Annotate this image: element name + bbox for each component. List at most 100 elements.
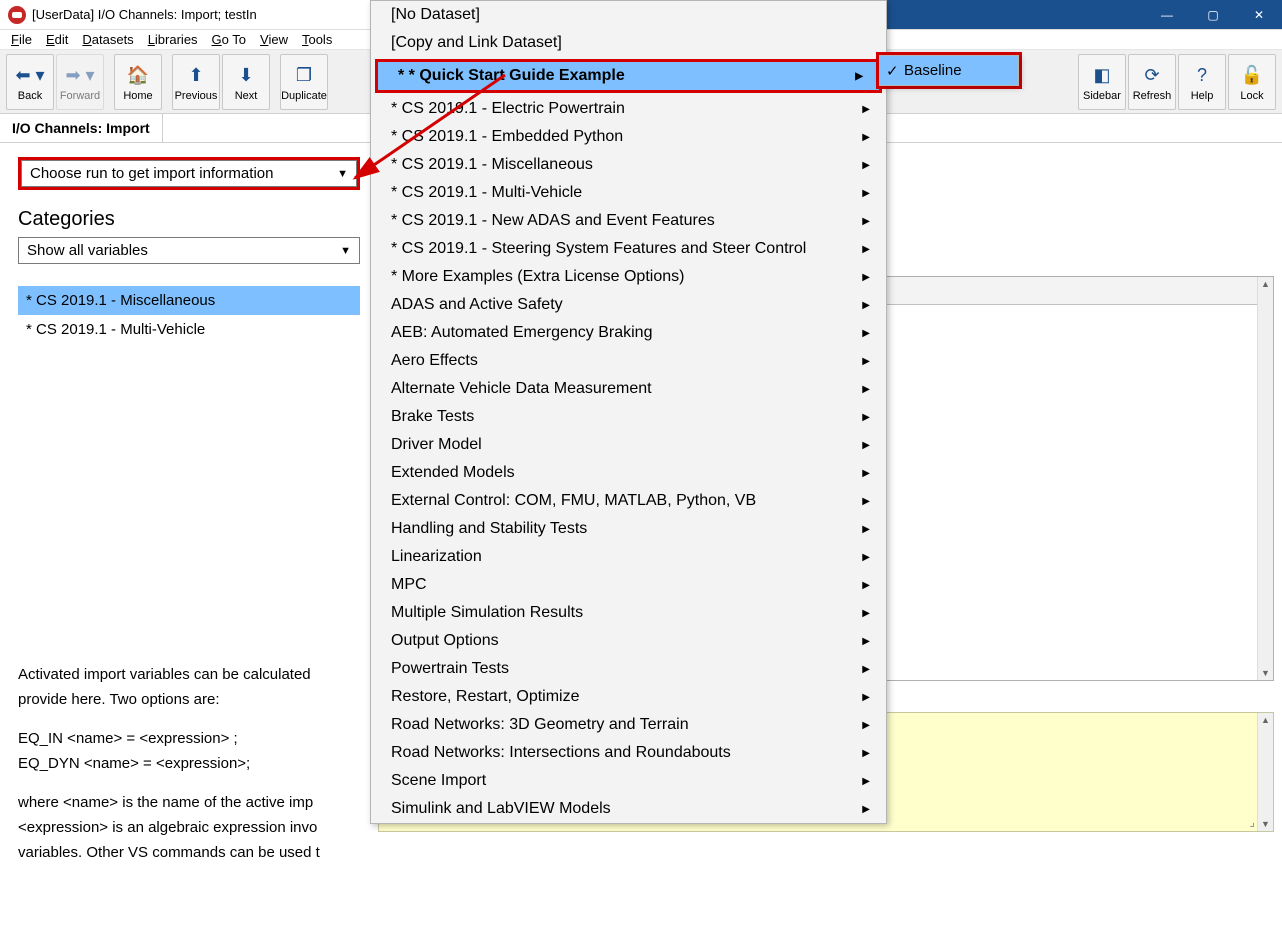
menu-item-label: Multiple Simulation Results <box>391 604 583 622</box>
forward-icon: ➡ ▾ <box>65 62 94 88</box>
variables-list: * CS 2019.1 - Miscellaneous * CS 2019.1 … <box>18 286 360 344</box>
menu-item[interactable]: Restore, Restart, Optimize <box>371 683 886 711</box>
chevron-down-icon: ▼ <box>337 168 348 180</box>
menu-item[interactable]: * CS 2019.1 - Embedded Python <box>371 123 886 151</box>
toolbar-previous[interactable]: ⬆Previous <box>172 54 220 110</box>
menu-item-label: * More Examples (Extra License Options) <box>391 268 684 286</box>
categories-dropdown[interactable]: Show all variables ▼ <box>18 237 360 264</box>
menu-item[interactable]: ADAS and Active Safety <box>371 291 886 319</box>
tab-io-import[interactable]: I/O Channels: Import <box>0 114 163 142</box>
menu-item[interactable]: Handling and Stability Tests <box>371 515 886 543</box>
menu-item-label: * CS 2019.1 - New ADAS and Event Feature… <box>391 212 715 230</box>
menu-item-label: * CS 2019.1 - Miscellaneous <box>391 156 593 174</box>
menu-item[interactable]: * CS 2019.1 - Electric Powertrain <box>371 95 886 123</box>
back-icon: ⬅ ▾ <box>15 62 44 88</box>
menu-item-label: Brake Tests <box>391 408 474 426</box>
menu-item[interactable]: Driver Model <box>371 431 886 459</box>
toolbar-help[interactable]: ?Help <box>1178 54 1226 110</box>
menu-item[interactable]: Simulink and LabVIEW Models <box>371 795 886 823</box>
menu-view[interactable]: View <box>253 32 295 47</box>
menu-datasets[interactable]: Datasets <box>75 32 140 47</box>
down-icon: ⬇ <box>238 62 253 88</box>
menu-item-label: Scene Import <box>391 772 486 790</box>
menu-item-label: MPC <box>391 576 427 594</box>
scrollbar[interactable] <box>1257 713 1273 831</box>
resize-grip-icon[interactable]: ⌟ <box>1249 815 1255 829</box>
menu-item-label: Powertrain Tests <box>391 660 509 678</box>
menu-item-label: Linearization <box>391 548 482 566</box>
up-icon: ⬆ <box>188 62 203 88</box>
menu-item-label: Alternate Vehicle Data Measurement <box>391 380 652 398</box>
toolbar-forward[interactable]: ➡ ▾Forward <box>56 54 104 110</box>
menu-item[interactable]: Aero Effects <box>371 347 886 375</box>
menu-item[interactable]: * CS 2019.1 - Multi-Vehicle <box>371 179 886 207</box>
menu-item-label: Aero Effects <box>391 352 478 370</box>
menu-edit[interactable]: Edit <box>39 32 75 47</box>
list-item[interactable]: * CS 2019.1 - Miscellaneous <box>18 286 360 315</box>
menu-item[interactable]: Output Options <box>371 627 886 655</box>
toolbar-sidebar[interactable]: ◧Sidebar <box>1078 54 1126 110</box>
menu-tools[interactable]: Tools <box>295 32 339 47</box>
menu-item-label: ADAS and Active Safety <box>391 296 563 314</box>
menu-libraries[interactable]: Libraries <box>141 32 205 47</box>
duplicate-icon: ❐ <box>296 62 312 88</box>
left-pane: Choose run to get import information ▼ C… <box>0 143 370 925</box>
baseline-submenu: ✓ Baseline <box>879 55 1019 86</box>
menu-item-label: Extended Models <box>391 464 515 482</box>
menu-item[interactable]: * CS 2019.1 - Miscellaneous <box>371 151 886 179</box>
choose-run-dropdown[interactable]: Choose run to get import information ▼ <box>21 160 357 187</box>
menu-item[interactable]: Powertrain Tests <box>371 655 886 683</box>
scrollbar[interactable] <box>1257 277 1273 680</box>
menu-item[interactable]: [Copy and Link Dataset] <box>371 29 886 57</box>
menu-item[interactable]: * CS 2019.1 - New ADAS and Event Feature… <box>371 207 886 235</box>
menu-item-label: * * Quick Start Guide Example <box>398 67 625 85</box>
submenu-label: Baseline <box>904 62 962 79</box>
menu-item-label: Road Networks: Intersections and Roundab… <box>391 744 731 762</box>
maximize-button[interactable]: ▢ <box>1190 0 1236 29</box>
choose-run-label: Choose run to get import information <box>30 165 273 182</box>
minimize-button[interactable]: — <box>1144 0 1190 29</box>
menu-item[interactable]: Extended Models <box>371 459 886 487</box>
menu-item[interactable]: Scene Import <box>371 767 886 795</box>
menu-file[interactable]: File <box>4 32 39 47</box>
menu-item[interactable]: External Control: COM, FMU, MATLAB, Pyth… <box>371 487 886 515</box>
toolbar-back[interactable]: ⬅ ▾Back <box>6 54 54 110</box>
menu-item[interactable]: * More Examples (Extra License Options) <box>371 263 886 291</box>
menu-item[interactable]: [No Dataset] <box>371 1 886 29</box>
list-item[interactable]: * CS 2019.1 - Multi-Vehicle <box>18 315 360 344</box>
menu-item[interactable]: Road Networks: Intersections and Roundab… <box>371 739 886 767</box>
menu-item-label: Output Options <box>391 632 499 650</box>
menu-item-label: Restore, Restart, Optimize <box>391 688 580 706</box>
chevron-down-icon: ▼ <box>340 245 351 257</box>
menu-item[interactable]: MPC <box>371 571 886 599</box>
menu-item-label: * CS 2019.1 - Electric Powertrain <box>391 100 625 118</box>
menu-item[interactable]: * * Quick Start Guide Example <box>378 62 879 90</box>
submenu-item-baseline[interactable]: ✓ Baseline <box>880 56 1018 85</box>
menu-item[interactable]: AEB: Automated Emergency Braking <box>371 319 886 347</box>
toolbar-next[interactable]: ⬇Next <box>222 54 270 110</box>
menu-item-label: * CS 2019.1 - Multi-Vehicle <box>391 184 582 202</box>
refresh-icon: ⟳ <box>1144 62 1159 88</box>
menu-item[interactable]: Linearization <box>371 543 886 571</box>
toolbar-home[interactable]: 🏠Home <box>114 54 162 110</box>
menu-item[interactable]: Brake Tests <box>371 403 886 431</box>
categories-value: Show all variables <box>27 242 148 259</box>
app-icon <box>8 6 26 24</box>
close-button[interactable]: ✕ <box>1236 0 1282 29</box>
menu-item[interactable]: Road Networks: 3D Geometry and Terrain <box>371 711 886 739</box>
sidebar-icon: ◧ <box>1093 62 1110 88</box>
toolbar-refresh[interactable]: ⟳Refresh <box>1128 54 1176 110</box>
menu-item-label: AEB: Automated Emergency Braking <box>391 324 652 342</box>
menu-item-label: [Copy and Link Dataset] <box>391 34 562 52</box>
help-icon: ? <box>1197 62 1207 88</box>
menu-goto[interactable]: Go To <box>205 32 253 47</box>
menu-item[interactable]: Alternate Vehicle Data Measurement <box>371 375 886 403</box>
toolbar-lock[interactable]: 🔓Lock <box>1228 54 1276 110</box>
menu-item[interactable]: Multiple Simulation Results <box>371 599 886 627</box>
menu-item[interactable]: * CS 2019.1 - Steering System Features a… <box>371 235 886 263</box>
window-buttons: — ▢ ✕ <box>887 0 1282 29</box>
menu-item-label: Road Networks: 3D Geometry and Terrain <box>391 716 689 734</box>
toolbar-duplicate[interactable]: ❐Duplicate <box>280 54 328 110</box>
run-dropdown-menu: [No Dataset] [Copy and Link Dataset] * * Q… <box>370 0 887 824</box>
menu-item-label: [No Dataset] <box>391 6 480 24</box>
